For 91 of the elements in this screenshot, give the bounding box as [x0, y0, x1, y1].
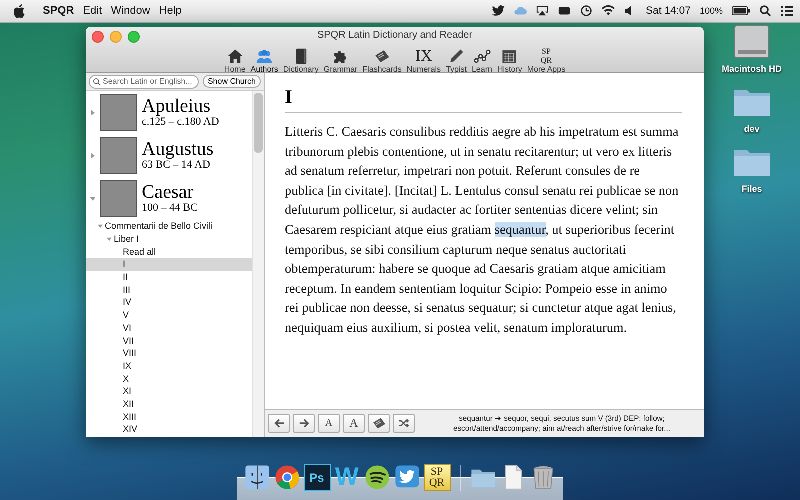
- toolbar-item[interactable]: Authors: [250, 44, 280, 74]
- display-icon[interactable]: [558, 5, 572, 17]
- toolbar-item[interactable]: Learn: [470, 44, 494, 74]
- close-button[interactable]: [92, 31, 104, 43]
- search-icon: [93, 78, 101, 86]
- dock-app-icon[interactable]: SPQR: [424, 464, 450, 491]
- flashcard-button[interactable]: [368, 414, 390, 433]
- author-dates: 100 – 44 BC: [142, 203, 198, 214]
- tree-item[interactable]: Commentarii de Bello Civili: [86, 220, 252, 233]
- chapter-heading: I: [285, 87, 682, 113]
- logo-glyph: SPQR: [540, 48, 552, 65]
- window-title: SPQR Latin Dictionary and Reader: [316, 30, 474, 41]
- portrait-placeholder: [100, 94, 137, 131]
- forward-button[interactable]: [293, 414, 315, 433]
- disclosure-triangle-icon[interactable]: [90, 110, 96, 116]
- airplay-icon[interactable]: [536, 5, 550, 17]
- toolbar-item[interactable]: Typist: [445, 44, 468, 74]
- tree-item[interactable]: III: [86, 283, 252, 296]
- battery-icon[interactable]: [732, 5, 750, 17]
- toolbar-item[interactable]: Dictionary: [282, 44, 320, 74]
- shuffle-button[interactable]: [393, 414, 415, 433]
- tree-item[interactable]: VIII: [86, 346, 252, 360]
- card-icon: [374, 48, 391, 65]
- left-arrow-icon: [274, 418, 284, 429]
- tree-item[interactable]: Liber I: [86, 232, 252, 246]
- card-icon: [372, 416, 386, 431]
- sound-waves-icon[interactable]: [364, 464, 390, 491]
- menu-item[interactable]: Edit: [83, 5, 102, 17]
- right-arrow-icon: [298, 418, 310, 429]
- tree-item[interactable]: XI: [86, 384, 252, 398]
- numeral-glyph: IX: [416, 48, 432, 65]
- disclosure-triangle-icon[interactable]: [98, 224, 103, 229]
- disclosure-triangle-icon[interactable]: [107, 236, 112, 242]
- toolbar-item[interactable]: SPQR More Apps: [526, 44, 567, 74]
- tree-item[interactable]: XIV: [86, 423, 252, 436]
- latin-passage: Litteris C. Caesaris consulibus redditis aegre ab his impetratum est summa tribunorum plebis contentione, ut in senatu recitarentur; ut vero ex litteris ad senatum referretur, impetrari non potuit. Referunt consules de re publica [in civitate]. [Incitat] L. Lentulus consul senatu rei publicae se non defuturum pollicetur, si audacter ac fortiter sententias dicere velint; sin Caesarem respiciant atque eius gratiam sequantur, ut superioribus fecerint temporibus, se sibi consilium capturum neque senatus auctoritati obtemperaturum: habere se quoque ad Caesaris gratiam atque amicitiam receptum. In eandem sententiam loquitur Scipio: Pompeio esse in animo rei publicae non deesse, si senatus sequatur; si cunctetur atque agat lenius, nequiquam eius auxilium, si postea velit, senatum imploraturum.: [285, 123, 680, 337]
- tree-item[interactable]: XIII: [86, 410, 252, 423]
- face-logo-icon[interactable]: [244, 464, 270, 491]
- author-dates: c.125 – c.180 AD: [142, 117, 220, 128]
- disclosure-triangle-icon[interactable]: [90, 196, 96, 202]
- smaller-text-button[interactable]: A: [318, 414, 340, 433]
- list-icon[interactable]: [781, 5, 794, 17]
- tree-item[interactable]: IX: [86, 360, 252, 372]
- pencil-icon: [448, 48, 466, 65]
- author-dates: 63 BC – 14 AD: [142, 160, 210, 171]
- people-icon: [256, 48, 274, 65]
- tree-item[interactable]: XII: [86, 398, 252, 410]
- author-name[interactable]: Caesar: [142, 183, 198, 202]
- calendar-icon: [501, 48, 518, 65]
- wifi-icon[interactable]: [602, 5, 616, 17]
- menu-app-name[interactable]: SPQR: [43, 5, 74, 17]
- toolbar-item[interactable]: Home: [223, 44, 247, 74]
- tree-item[interactable]: II: [86, 270, 252, 284]
- desktop-icon-label[interactable]: Macintosh HD: [722, 64, 782, 74]
- show-church-button[interactable]: Show Church: [202, 75, 261, 88]
- toolbar-item[interactable]: Flashcards: [362, 44, 403, 74]
- tree-item[interactable]: X: [86, 372, 252, 385]
- desktop-icon-label[interactable]: Files: [742, 184, 762, 194]
- portrait-placeholder: [100, 180, 137, 217]
- tree-item[interactable]: I: [86, 258, 252, 271]
- disclosure-triangle-icon[interactable]: [90, 152, 96, 158]
- nodes-icon: [474, 48, 491, 65]
- toolbar-item[interactable]: History: [496, 44, 524, 74]
- author-name[interactable]: Apuleius: [142, 97, 220, 116]
- larger-text-button[interactable]: A: [343, 414, 365, 433]
- scrollbar-thumb[interactable]: [254, 93, 263, 153]
- portrait-placeholder: [100, 137, 137, 174]
- desktop-icon-label[interactable]: dev: [744, 124, 760, 134]
- menu-item[interactable]: Help: [159, 5, 182, 17]
- shuffle-icon: [398, 418, 410, 429]
- menu-clock[interactable]: Sat 14:07: [646, 5, 691, 17]
- browser-icon[interactable]: [274, 464, 300, 491]
- battery-percent[interactable]: 100%: [700, 6, 723, 16]
- bird-icon[interactable]: [492, 5, 506, 17]
- tree-item[interactable]: VI: [86, 322, 252, 334]
- house-icon: [226, 48, 244, 65]
- menu-item[interactable]: Window: [111, 5, 150, 17]
- dock-app-icon[interactable]: Ps: [304, 464, 330, 491]
- tree-item[interactable]: VII: [86, 334, 252, 347]
- back-button[interactable]: [268, 414, 290, 433]
- tree-item[interactable]: Read all: [86, 245, 252, 258]
- toolbar-item[interactable]: IX Numerals: [406, 44, 442, 74]
- author-name[interactable]: Augustus: [142, 140, 214, 159]
- apple-icon[interactable]: [14, 4, 26, 18]
- clock-icon[interactable]: [580, 5, 594, 17]
- search-field[interactable]: Search Latin or English...: [89, 74, 199, 88]
- tree-item[interactable]: V: [86, 308, 252, 322]
- dock-app-icon[interactable]: W: [334, 464, 360, 491]
- toolbar-item[interactable]: Grammar: [322, 44, 359, 74]
- tree-item[interactable]: IV: [86, 296, 252, 309]
- search-icon[interactable]: [759, 5, 772, 17]
